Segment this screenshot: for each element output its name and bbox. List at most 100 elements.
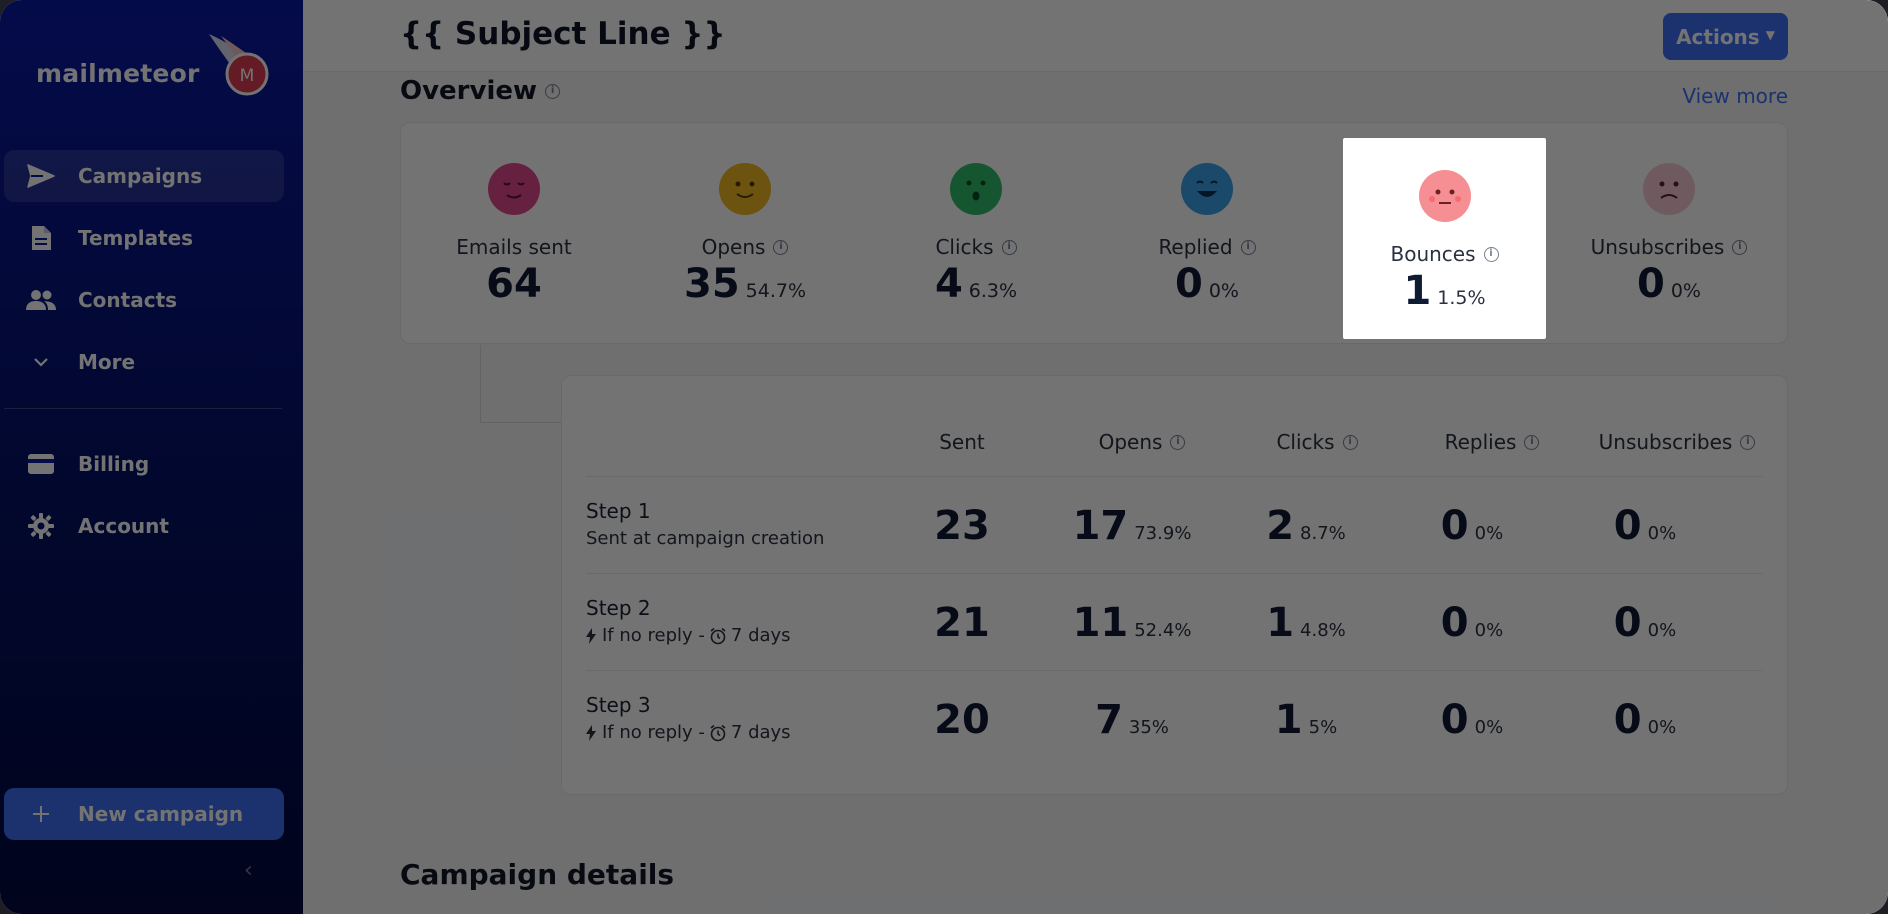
info-icon[interactable]: i — [1740, 434, 1756, 450]
step-name: Step 2 — [586, 596, 651, 620]
document-icon — [24, 224, 58, 252]
col-unsubscribes: Unsubscribes i — [1582, 430, 1772, 454]
info-icon[interactable]: i — [1001, 239, 1017, 255]
lightning-icon — [586, 627, 596, 644]
cell-unsubscribes: 0 0% — [1613, 503, 1677, 549]
actions-button[interactable]: Actions ▼ — [1663, 13, 1788, 60]
gear-icon — [24, 512, 58, 540]
cell-clicks: 2 8.7% — [1266, 503, 1346, 549]
logo-text: mailmeteor — [36, 58, 200, 88]
cell-opens: 7 35% — [1095, 697, 1169, 743]
info-icon[interactable]: i — [545, 83, 561, 99]
table-row[interactable]: Step 2 If no reply - 7 days 21 11 52.4% 1… — [586, 573, 1763, 670]
laughing-planet-icon — [1181, 163, 1233, 215]
sidebar-item-more[interactable]: More — [4, 336, 284, 388]
stat-bounces-inner: Bounces i 1 1.5% — [1343, 170, 1546, 371]
bounce-face-icon — [1418, 170, 1471, 222]
meteor-logo-icon: M — [201, 30, 271, 100]
steps-card: Sent Opens i Clicks i Replies i Unsubscribe… — [561, 375, 1788, 795]
stat-label: Bounces i — [1343, 242, 1546, 266]
meteor-face-icon — [488, 163, 540, 215]
cell-sent: 20 — [934, 697, 990, 743]
stat-value: 35 54.7% — [683, 261, 807, 307]
sidebar-item-label: Account — [78, 514, 169, 538]
stats-card: Emails sent 64 Opens i 35 54.7% Clicks i 46… — [400, 122, 1788, 344]
sidebar-item-billing[interactable]: Billing — [4, 438, 284, 490]
collapse-sidebar-button[interactable]: ‹ — [244, 858, 253, 883]
table-row[interactable]: Step 3 If no reply - 7 days 20 7 35% 1 5% … — [586, 670, 1763, 767]
stat-label: Emails sent — [456, 235, 572, 259]
sidebar-item-label: Campaigns — [78, 164, 203, 188]
stat-value: 0 0% — [1175, 261, 1239, 307]
cell-unsubscribes: 0 0% — [1613, 697, 1677, 743]
step-subtitle: If no reply - 7 days — [586, 625, 791, 646]
sidebar-item-label: Billing — [78, 452, 150, 476]
sidebar-nav-secondary: Billing Account — [4, 438, 284, 562]
page-title: {{ Subject Line }} — [400, 16, 726, 52]
stat-replied: Replied i 0 0% — [1106, 139, 1308, 339]
stat-label: Opens i — [644, 235, 846, 259]
info-icon[interactable]: i — [1524, 434, 1540, 450]
cell-replies: 0 0% — [1440, 697, 1504, 743]
stat-unsubscribes: Unsubscribes i 0 0% — [1568, 139, 1770, 339]
sidebar-item-contacts[interactable]: Contacts — [4, 274, 284, 326]
people-icon — [24, 286, 58, 314]
step-connector — [480, 345, 562, 423]
cell-replies: 0 0% — [1440, 600, 1504, 646]
overview-title: Overview i — [400, 76, 561, 106]
sidebar-item-campaigns[interactable]: Campaigns — [4, 150, 284, 202]
sidebar-item-label: Templates — [78, 226, 194, 250]
sidebar-item-label: More — [78, 350, 136, 374]
stat-opens: Opens i 35 54.7% — [644, 139, 846, 339]
app-window: mailmeteor M Campaigns Templates Contact… — [0, 0, 1888, 914]
col-replies: Replies i — [1402, 430, 1582, 454]
stat-label: Clicks i — [875, 235, 1077, 259]
stat-emails-sent: Emails sent 64 — [413, 139, 615, 339]
step-subtitle: Sent at campaign creation — [586, 528, 825, 549]
caret-down-icon: ▼ — [1765, 27, 1775, 42]
new-campaign-label: New campaign — [78, 802, 244, 826]
topbar: {{ Subject Line }} Actions ▼ — [303, 0, 1888, 72]
steps-table-header: Sent Opens i Clicks i Replies i Unsubscribe… — [562, 430, 1787, 460]
stat-bounces[interactable]: Bounces i 1 1.5% — [1343, 138, 1546, 339]
info-icon[interactable]: i — [773, 239, 789, 255]
step-subtitle: If no reply - 7 days — [586, 722, 791, 743]
actions-label: Actions — [1676, 24, 1760, 49]
main-content: {{ Subject Line }} Actions ▼ Overview i … — [303, 0, 1888, 914]
logo-mark-letter: M — [240, 66, 255, 86]
cell-clicks: 1 4.8% — [1266, 600, 1346, 646]
info-icon[interactable]: i — [1483, 246, 1499, 262]
col-opens: Opens i — [1052, 430, 1232, 454]
info-icon[interactable]: i — [1240, 239, 1256, 255]
stat-value: 4 6.3% — [934, 261, 1018, 307]
stat-value: 0 0% — [1637, 261, 1701, 307]
col-sent: Sent — [939, 430, 985, 454]
stat-value: 1 1.5% — [1403, 268, 1486, 314]
campaign-details-title: Campaign details — [400, 858, 675, 891]
stat-label: Unsubscribes i — [1568, 235, 1770, 259]
sidebar-divider — [4, 408, 282, 409]
alarm-clock-icon — [709, 724, 727, 742]
info-icon[interactable]: i — [1170, 434, 1186, 450]
cell-opens: 17 73.9% — [1072, 503, 1192, 549]
alarm-clock-icon — [709, 627, 727, 645]
chevron-down-icon — [24, 348, 58, 376]
sidebar-item-account[interactable]: Account — [4, 500, 284, 552]
cell-sent: 21 — [934, 600, 990, 646]
table-row[interactable]: Step 1 Sent at campaign creation 23 17 73… — [586, 476, 1763, 573]
logo[interactable]: mailmeteor M — [36, 34, 271, 100]
cell-clicks: 1 5% — [1274, 697, 1338, 743]
info-icon[interactable]: i — [1732, 239, 1748, 255]
cell-replies: 0 0% — [1440, 503, 1504, 549]
stat-value: 64 — [486, 261, 542, 307]
view-more-link[interactable]: View more — [1682, 84, 1788, 108]
cell-opens: 11 52.4% — [1072, 600, 1192, 646]
stat-clicks: Clicks i 4 6.3% — [875, 139, 1077, 339]
lightning-icon — [586, 724, 596, 741]
sidebar-item-templates[interactable]: Templates — [4, 212, 284, 264]
step-name: Step 1 — [586, 499, 651, 523]
col-clicks: Clicks i — [1232, 430, 1402, 454]
overview-title-text: Overview — [400, 76, 538, 106]
info-icon[interactable]: i — [1342, 434, 1358, 450]
new-campaign-button[interactable]: New campaign — [4, 788, 284, 840]
